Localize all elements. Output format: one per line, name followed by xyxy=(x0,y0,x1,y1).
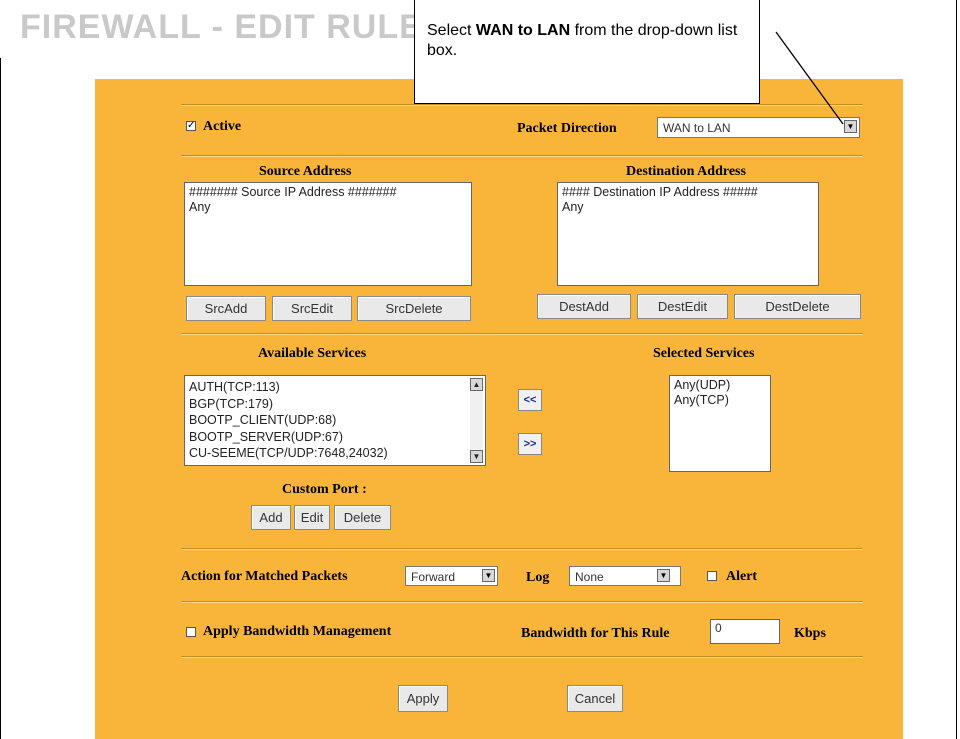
alert-checkbox[interactable] xyxy=(707,571,717,581)
src-add-button[interactable]: SrcAdd xyxy=(186,296,266,321)
src-edit-button[interactable]: SrcEdit xyxy=(272,296,352,321)
source-address-list[interactable]: ####### Source IP Address ####### Any xyxy=(184,182,472,286)
apply-bandwidth-label: Apply Bandwidth Management xyxy=(203,624,392,639)
separator xyxy=(181,104,863,106)
packet-direction-value: WAN to LAN xyxy=(663,121,731,135)
callout-box: Select WAN to LAN from the drop-down lis… xyxy=(414,0,760,104)
separator xyxy=(181,155,863,157)
separator xyxy=(181,333,863,335)
list-item[interactable]: CU-SEEME(TCP/UDP:7648,24032) xyxy=(189,445,481,462)
packet-direction-label: Packet Direction xyxy=(517,121,617,136)
destination-address-header: Destination Address xyxy=(626,164,746,179)
dest-delete-button[interactable]: DestDelete xyxy=(734,294,861,319)
log-value: None xyxy=(575,570,604,584)
separator xyxy=(181,548,863,550)
list-item[interactable]: Any xyxy=(189,200,467,215)
list-item[interactable]: Any(TCP) xyxy=(674,393,766,408)
bandwidth-rule-label: Bandwidth for This Rule xyxy=(521,626,670,641)
move-left-button[interactable]: << xyxy=(518,389,542,411)
available-services-header: Available Services xyxy=(258,346,367,361)
destination-address-list[interactable]: #### Destination IP Address ##### Any xyxy=(557,182,819,286)
apply-button[interactable]: Apply xyxy=(398,685,448,712)
list-item[interactable]: AUTH(TCP:113) xyxy=(189,379,481,396)
scrollbar[interactable]: ▲ ▼ xyxy=(470,378,483,463)
src-delete-button[interactable]: SrcDelete xyxy=(357,296,471,321)
dest-edit-button[interactable]: DestEdit xyxy=(637,294,728,319)
action-matched-label: Action for Matched Packets xyxy=(181,569,348,584)
available-services-list[interactable]: AUTH(TCP:113) BGP(TCP:179) BOOTP_CLIENT(… xyxy=(184,375,486,466)
list-item[interactable]: Any xyxy=(562,200,814,215)
callout-prefix: Select xyxy=(427,22,476,39)
bandwidth-input[interactable]: 0 xyxy=(710,619,780,644)
dest-add-button[interactable]: DestAdd xyxy=(537,294,631,319)
list-item[interactable]: BOOTP_SERVER(UDP:67) xyxy=(189,429,481,446)
active-checkbox[interactable]: ✓ xyxy=(186,121,196,131)
page-title: FIREWALL - EDIT RULE xyxy=(20,8,423,46)
separator xyxy=(181,656,863,658)
frame-border-right xyxy=(956,0,957,739)
scroll-up-icon[interactable]: ▲ xyxy=(470,378,483,391)
list-item[interactable]: Any(UDP) xyxy=(674,378,766,393)
packet-direction-select[interactable]: WAN to LAN ▼ xyxy=(657,117,860,138)
action-value: Forward xyxy=(411,570,456,584)
selected-services-list[interactable]: Any(UDP) Any(TCP) xyxy=(669,375,771,472)
chevron-down-icon[interactable]: ▼ xyxy=(844,120,857,133)
custom-port-delete-button[interactable]: Delete xyxy=(334,505,391,530)
custom-port-edit-button[interactable]: Edit xyxy=(294,505,330,530)
log-select[interactable]: None ▼ xyxy=(569,566,681,586)
chevron-down-icon[interactable]: ▼ xyxy=(482,569,495,582)
custom-port-label: Custom Port : xyxy=(282,482,367,497)
cancel-button[interactable]: Cancel xyxy=(567,685,623,712)
frame-border-left xyxy=(0,58,1,739)
list-item[interactable]: ####### Source IP Address ####### xyxy=(189,185,467,200)
bandwidth-unit-label: Kbps xyxy=(794,626,826,641)
alert-label: Alert xyxy=(726,569,758,584)
chevron-down-icon[interactable]: ▼ xyxy=(657,569,670,582)
move-right-button[interactable]: >> xyxy=(518,433,542,455)
custom-port-add-button[interactable]: Add xyxy=(251,505,291,530)
active-label: Active xyxy=(203,119,242,134)
callout-bold: WAN to LAN xyxy=(475,22,571,39)
list-item[interactable]: BGP(TCP:179) xyxy=(189,396,481,413)
list-item[interactable]: #### Destination IP Address ##### xyxy=(562,185,814,200)
scroll-down-icon[interactable]: ▼ xyxy=(470,450,483,463)
list-item[interactable]: BOOTP_CLIENT(UDP:68) xyxy=(189,412,481,429)
action-select[interactable]: Forward ▼ xyxy=(405,566,498,586)
log-label: Log xyxy=(526,570,550,585)
separator xyxy=(181,601,863,603)
apply-bandwidth-checkbox[interactable] xyxy=(186,627,196,637)
selected-services-header: Selected Services xyxy=(653,346,755,361)
source-address-header: Source Address xyxy=(259,164,352,179)
